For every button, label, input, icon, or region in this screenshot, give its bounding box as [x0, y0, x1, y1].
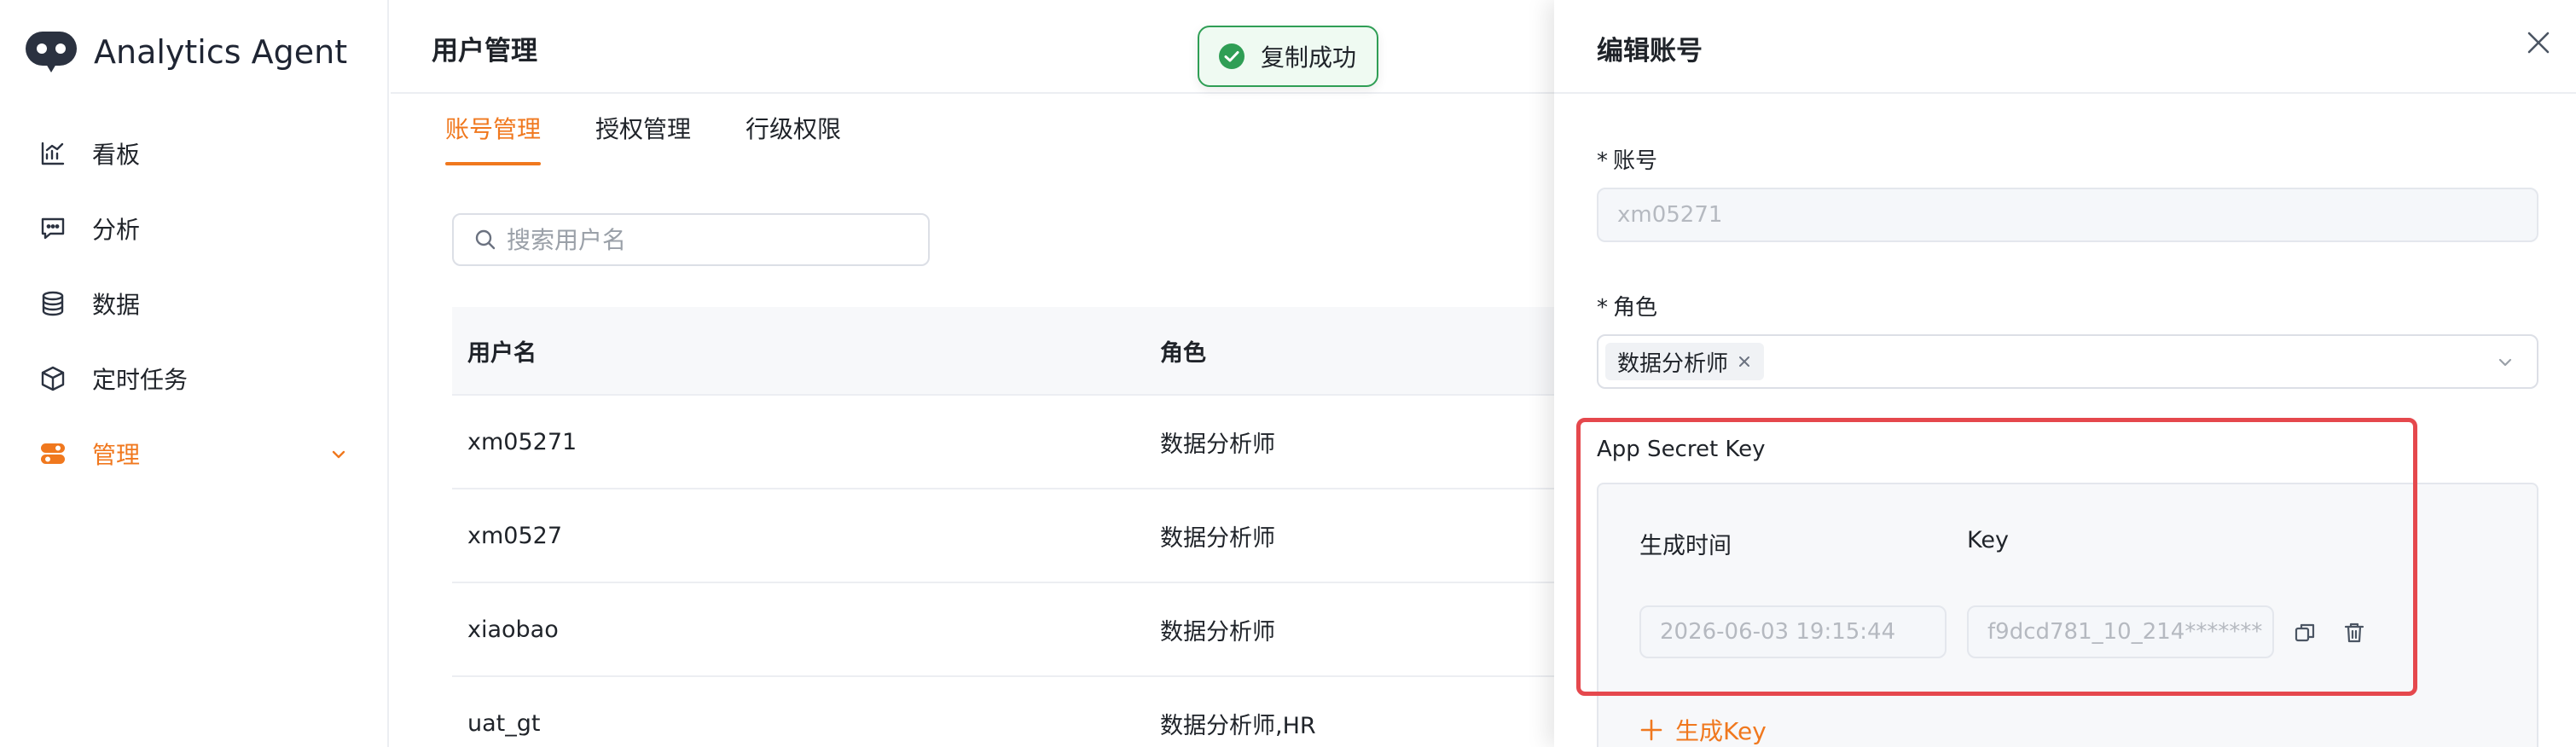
tab-row-level-permission[interactable]: 行级权限 [746, 94, 841, 165]
sidebar-item-label: 管理 [92, 441, 141, 469]
sidebar-item-label: 数据 [92, 291, 141, 319]
database-icon [38, 288, 68, 319]
role-label-text: 角色 [1613, 295, 1658, 321]
sidebar-item-analysis[interactable]: 分析 [0, 191, 387, 266]
cell-role: 数据分析师 [1160, 618, 1275, 646]
secret-key-label: App Secret Key [1597, 437, 1766, 462]
sidebar-item-label: 看板 [92, 141, 141, 169]
sidebar: Analytics Agent 看板 分析 数据 定时任务 管理 [0, 0, 389, 747]
required-mark: * [1597, 295, 1608, 321]
table-row[interactable]: xm0527 数据分析师 [452, 489, 1554, 583]
search-icon [475, 229, 496, 250]
delete-icon[interactable] [2342, 621, 2366, 645]
users-table: 用户名 角色 xm05271 数据分析师 xm0527 数据分析师 xiaoba… [452, 307, 1554, 747]
drawer-title: 编辑账号 [1597, 36, 1703, 67]
generate-key-label: 生成Key [1675, 717, 1767, 745]
role-select[interactable]: 数据分析师 [1597, 334, 2538, 389]
table-row[interactable]: uat_gt 数据分析师,HR [452, 677, 1554, 747]
sidebar-item-management[interactable]: 管理 [0, 416, 387, 491]
account-input: xm05271 [1597, 188, 2538, 242]
cell-username: xm05271 [467, 428, 577, 455]
toast-message: 复制成功 [1261, 43, 1357, 72]
tab-authorization-management[interactable]: 授权管理 [595, 94, 691, 165]
sidebar-item-dashboard[interactable]: 看板 [0, 116, 387, 191]
robot-logo-icon [26, 32, 77, 72]
cell-username: xm0527 [467, 522, 562, 549]
message-icon [38, 213, 68, 244]
brand[interactable]: Analytics Agent [24, 26, 347, 78]
copy-icon[interactable] [2293, 621, 2317, 645]
column-header-role: 角色 [1160, 339, 1206, 367]
close-icon[interactable] [2523, 27, 2554, 58]
role-tag-label: 数据分析师 [1617, 350, 1729, 377]
secret-key-panel: 生成时间 Key 2026-06-03 19:15:44 f9dcd781_10… [1597, 483, 2538, 747]
cell-role: 数据分析师,HR [1160, 712, 1316, 739]
generated-time-field: 2026-06-03 19:15:44 [1639, 605, 1947, 658]
chevron-down-icon[interactable] [329, 445, 348, 464]
table-row[interactable]: xm05271 数据分析师 [452, 396, 1554, 489]
sidebar-nav: 看板 分析 数据 定时任务 管理 [0, 116, 387, 491]
success-toast: 复制成功 [1198, 26, 1378, 87]
column-header-username: 用户名 [467, 339, 537, 367]
search-box[interactable] [452, 213, 930, 266]
role-label: * 角色 [1597, 290, 1657, 321]
generated-time-header: 生成时间 [1639, 533, 1732, 559]
tab-account-management[interactable]: 账号管理 [445, 94, 542, 165]
tab-bar: 账号管理 授权管理 行级权限 [445, 94, 896, 165]
sidebar-item-scheduled-tasks[interactable]: 定时任务 [0, 341, 387, 416]
cell-username: uat_gt [467, 709, 541, 737]
cell-role: 数据分析师 [1160, 524, 1275, 552]
chart-icon [38, 138, 68, 169]
table-header: 用户名 角色 [452, 307, 1554, 396]
edit-account-drawer: 编辑账号 * 账号 xm05271 * 角色 数据分析师 App Secret Ke… [1554, 0, 2576, 747]
search-input[interactable] [507, 225, 916, 254]
cell-role: 数据分析师 [1160, 431, 1275, 458]
role-tag: 数据分析师 [1605, 343, 1765, 380]
check-circle-icon [1219, 43, 1244, 69]
plus-icon [1640, 719, 1662, 741]
cell-username: xiaobao [467, 616, 559, 643]
app-name: Analytics Agent [94, 33, 348, 71]
drawer-divider [1554, 92, 2576, 94]
key-header: Key [1967, 527, 2009, 553]
required-mark: * [1597, 148, 1608, 174]
cube-icon [38, 363, 68, 394]
toggle-icon [38, 438, 68, 469]
generate-key-button[interactable]: 生成Key [1639, 713, 1767, 747]
chevron-down-icon [2498, 358, 2512, 367]
sidebar-item-data[interactable]: 数据 [0, 266, 387, 341]
account-label-text: 账号 [1613, 148, 1658, 174]
page-title: 用户管理 [432, 36, 537, 67]
account-label: * 账号 [1597, 143, 1657, 175]
table-row[interactable]: xiaobao 数据分析师 [452, 583, 1554, 677]
main-content: 用户管理 账号管理 授权管理 行级权限 用户名 角色 xm05271 数据分析师… [391, 0, 1554, 747]
tag-close-icon[interactable] [1737, 354, 1752, 369]
sidebar-item-label: 定时任务 [92, 366, 189, 394]
key-field: f9dcd781_10_214******* [1967, 605, 2274, 658]
sidebar-item-label: 分析 [92, 216, 141, 244]
